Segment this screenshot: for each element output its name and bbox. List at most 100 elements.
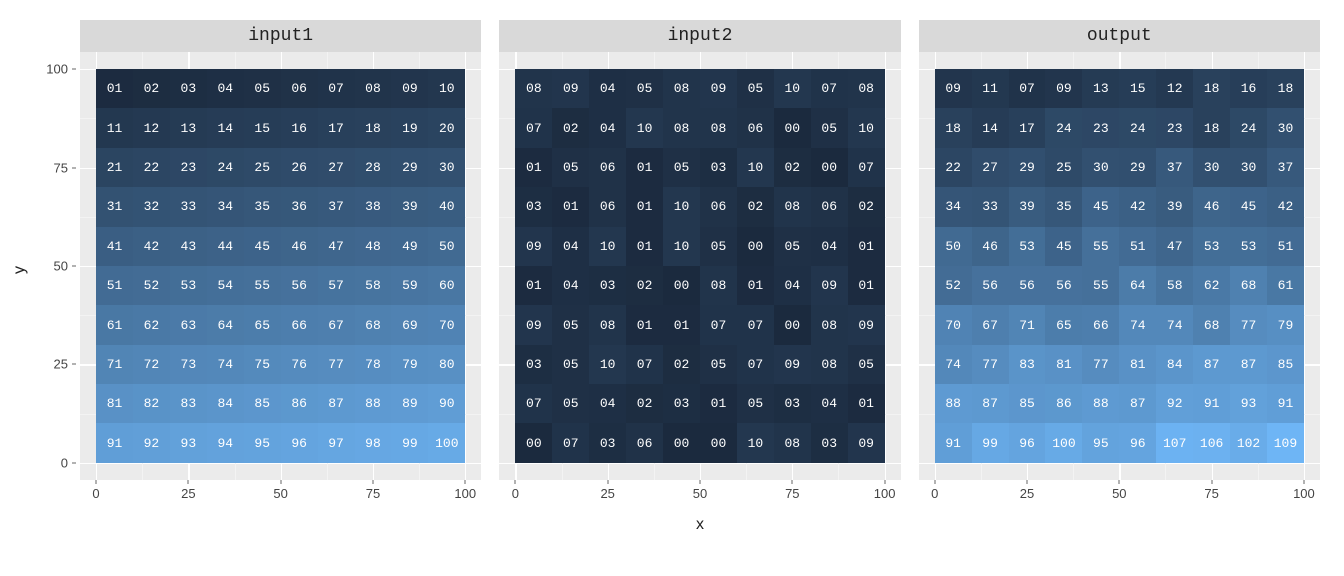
heatmap-cell: 93 <box>170 423 207 462</box>
heatmap-cell: 71 <box>1009 305 1046 344</box>
heatmap-cell: 02 <box>774 148 811 187</box>
heatmap-cell: 56 <box>281 266 318 305</box>
heatmap-cell: 17 <box>318 108 355 147</box>
heatmap-cell: 37 <box>318 187 355 226</box>
heatmap-cell: 89 <box>391 384 428 423</box>
heatmap-cell: 37 <box>1156 148 1193 187</box>
heatmap-cell: 16 <box>1230 69 1267 108</box>
heatmap-cell: 07 <box>848 148 885 187</box>
heatmap-cell: 08 <box>811 345 848 384</box>
heatmap-cell: 60 <box>428 266 465 305</box>
heatmap-cell: 27 <box>972 148 1009 187</box>
heatmap-cell: 07 <box>1009 69 1046 108</box>
heatmap-cell: 04 <box>774 266 811 305</box>
heatmap-cell: 17 <box>1009 108 1046 147</box>
heatmap-cell: 01 <box>700 384 737 423</box>
heatmap-cell: 75 <box>244 345 281 384</box>
heatmap-cell: 04 <box>811 227 848 266</box>
heatmap-cell: 29 <box>1009 148 1046 187</box>
heatmap-cell: 05 <box>663 148 700 187</box>
heatmap-cell: 88 <box>935 384 972 423</box>
heatmap-cell: 46 <box>972 227 1009 266</box>
heatmap-cell: 94 <box>207 423 244 462</box>
heatmap-cell: 54 <box>207 266 244 305</box>
heatmap-cell: 68 <box>1230 266 1267 305</box>
heatmap-cell: 55 <box>1082 227 1119 266</box>
heatmap-cell: 91 <box>935 423 972 462</box>
heatmap-cell: 83 <box>1009 345 1046 384</box>
heatmap-cell: 08 <box>700 266 737 305</box>
heatmap-cell: 29 <box>1119 148 1156 187</box>
heatmap-cell: 85 <box>244 384 281 423</box>
heatmap-cell: 18 <box>1267 69 1304 108</box>
heatmap-cell: 10 <box>737 423 774 462</box>
heatmap-cell: 01 <box>848 227 885 266</box>
x-tick-label: 100 <box>874 486 896 501</box>
heatmap-cell: 77 <box>1230 305 1267 344</box>
heatmap-cell: 01 <box>552 187 589 226</box>
heatmap-cell: 96 <box>1009 423 1046 462</box>
heatmap-cell: 63 <box>170 305 207 344</box>
heatmap-cell: 87 <box>1230 345 1267 384</box>
heatmap-cell: 08 <box>355 69 392 108</box>
y-tick-label: 0 <box>61 455 68 470</box>
heatmap-cell: 00 <box>663 266 700 305</box>
heatmap-cell: 07 <box>515 384 552 423</box>
heatmap-cell: 25 <box>1045 148 1082 187</box>
heatmap-cell: 43 <box>170 227 207 266</box>
heatmap-cell: 44 <box>207 227 244 266</box>
heatmap-cell: 18 <box>935 108 972 147</box>
heatmap-cell: 84 <box>207 384 244 423</box>
heatmap-cell: 59 <box>391 266 428 305</box>
heatmap-cell: 00 <box>515 423 552 462</box>
heatmap-cell: 55 <box>244 266 281 305</box>
heatmap-cell: 01 <box>848 266 885 305</box>
heatmap-cell: 64 <box>1119 266 1156 305</box>
heatmap-cell: 30 <box>428 148 465 187</box>
heatmap-cell: 85 <box>1009 384 1046 423</box>
heatmap-cell: 30 <box>1230 148 1267 187</box>
heatmap-cell: 10 <box>428 69 465 108</box>
heatmap-cell: 30 <box>1082 148 1119 187</box>
facet-input1: input10102030405060708091011121314151617… <box>80 20 481 480</box>
heatmap-cell: 55 <box>1082 266 1119 305</box>
heatmap-cell: 64 <box>207 305 244 344</box>
heatmap-cell: 01 <box>626 187 663 226</box>
heatmap-cell: 02 <box>737 187 774 226</box>
heatmap-cell: 06 <box>281 69 318 108</box>
heatmap-cell: 05 <box>700 227 737 266</box>
panel: 0809040508090510070807020410080806000510… <box>499 52 900 480</box>
heatmap-cell: 45 <box>1230 187 1267 226</box>
heatmap-cell: 42 <box>1267 187 1304 226</box>
heatmap-cell: 09 <box>552 69 589 108</box>
heatmap-cell: 28 <box>355 148 392 187</box>
heatmap-cell: 79 <box>391 345 428 384</box>
heatmap-cell: 32 <box>133 187 170 226</box>
heatmap-cell: 16 <box>281 108 318 147</box>
x-tick-label: 25 <box>181 486 195 501</box>
heatmap-cell: 01 <box>626 227 663 266</box>
heatmap-cell: 05 <box>552 345 589 384</box>
heatmap-cell: 66 <box>281 305 318 344</box>
heatmap-cell: 04 <box>589 384 626 423</box>
heatmap-cell: 15 <box>244 108 281 147</box>
heatmap-cell: 93 <box>1230 384 1267 423</box>
heatmap-cell: 86 <box>281 384 318 423</box>
heatmap-cell: 91 <box>1193 384 1230 423</box>
x-axis: 0255075100 <box>499 484 900 508</box>
heatmap-cell: 78 <box>355 345 392 384</box>
heatmap-cell: 12 <box>133 108 170 147</box>
heatmap-cell: 58 <box>1156 266 1193 305</box>
heatmap-cell: 37 <box>1267 148 1304 187</box>
heatmap-cell: 15 <box>1119 69 1156 108</box>
heatmap-cell: 23 <box>1082 108 1119 147</box>
heatmap-cell: 01 <box>96 69 133 108</box>
heatmap-cell: 02 <box>552 108 589 147</box>
heatmap-cell: 07 <box>552 423 589 462</box>
y-axis: 0255075100 <box>42 52 76 480</box>
heatmap-cell: 39 <box>391 187 428 226</box>
heatmap-cell: 97 <box>318 423 355 462</box>
x-tick-label: 50 <box>273 486 287 501</box>
heatmap-cell: 01 <box>626 148 663 187</box>
heatmap-cell: 09 <box>774 345 811 384</box>
